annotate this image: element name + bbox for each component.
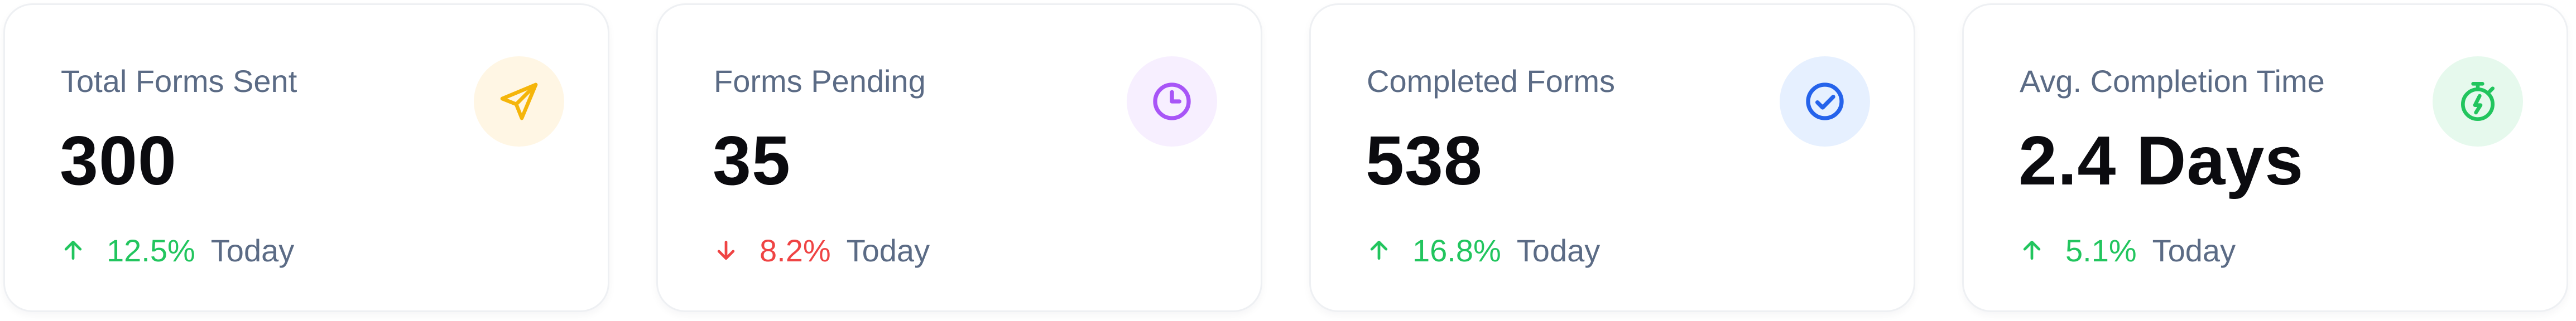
card-trend: 8.2% Today — [714, 229, 930, 271]
trend-percent: 16.8% — [1412, 232, 1501, 268]
send-icon — [500, 82, 538, 120]
stat-cards-row: Total Forms Sent 300 12.5% Today Forms P… — [0, 0, 2576, 321]
arrow-down-icon — [717, 240, 735, 260]
trend-percent: 5.1% — [2065, 232, 2137, 268]
stat-card-avg-completion-time[interactable]: Avg. Completion Time 2.4 Days 5.1% Today — [1962, 3, 2568, 312]
card-trend: 5.1% Today — [2020, 229, 2236, 271]
stat-card-total-forms-sent[interactable]: Total Forms Sent 300 12.5% Today — [3, 3, 609, 312]
stopwatch-icon-badge — [2433, 56, 2523, 147]
card-value: 35 — [713, 123, 791, 200]
card-title: Completed Forms — [1367, 64, 1616, 99]
trend-period: Today — [210, 232, 295, 268]
card-title: Forms Pending — [714, 64, 926, 99]
card-title: Avg. Completion Time — [2020, 64, 2325, 99]
arrow-up-icon — [2023, 240, 2041, 260]
clock-icon-badge — [1127, 56, 1217, 147]
check-circle-icon — [1806, 82, 1844, 120]
trend-period: Today — [2152, 232, 2236, 268]
arrow-up-icon — [64, 240, 82, 260]
card-title: Total Forms Sent — [61, 64, 297, 99]
arrow-up-icon — [1370, 240, 1388, 260]
check-circle-icon-badge — [1780, 56, 1870, 147]
stat-card-forms-pending[interactable]: Forms Pending 35 8.2% Today — [656, 3, 1262, 312]
send-icon-badge — [474, 56, 564, 147]
card-trend: 16.8% Today — [1367, 229, 1600, 271]
card-value: 2.4 Days — [2018, 123, 2304, 200]
card-value: 300 — [60, 123, 177, 200]
card-value: 538 — [1366, 123, 1483, 200]
clock-icon — [1153, 82, 1191, 120]
stopwatch-icon — [2461, 82, 2495, 121]
stat-card-completed-forms[interactable]: Completed Forms 538 16.8% Today — [1309, 3, 1915, 312]
trend-percent: 12.5% — [107, 232, 195, 268]
card-trend: 12.5% Today — [61, 229, 294, 271]
trend-period: Today — [1516, 232, 1601, 268]
trend-period: Today — [846, 232, 930, 268]
trend-percent: 8.2% — [760, 232, 831, 268]
